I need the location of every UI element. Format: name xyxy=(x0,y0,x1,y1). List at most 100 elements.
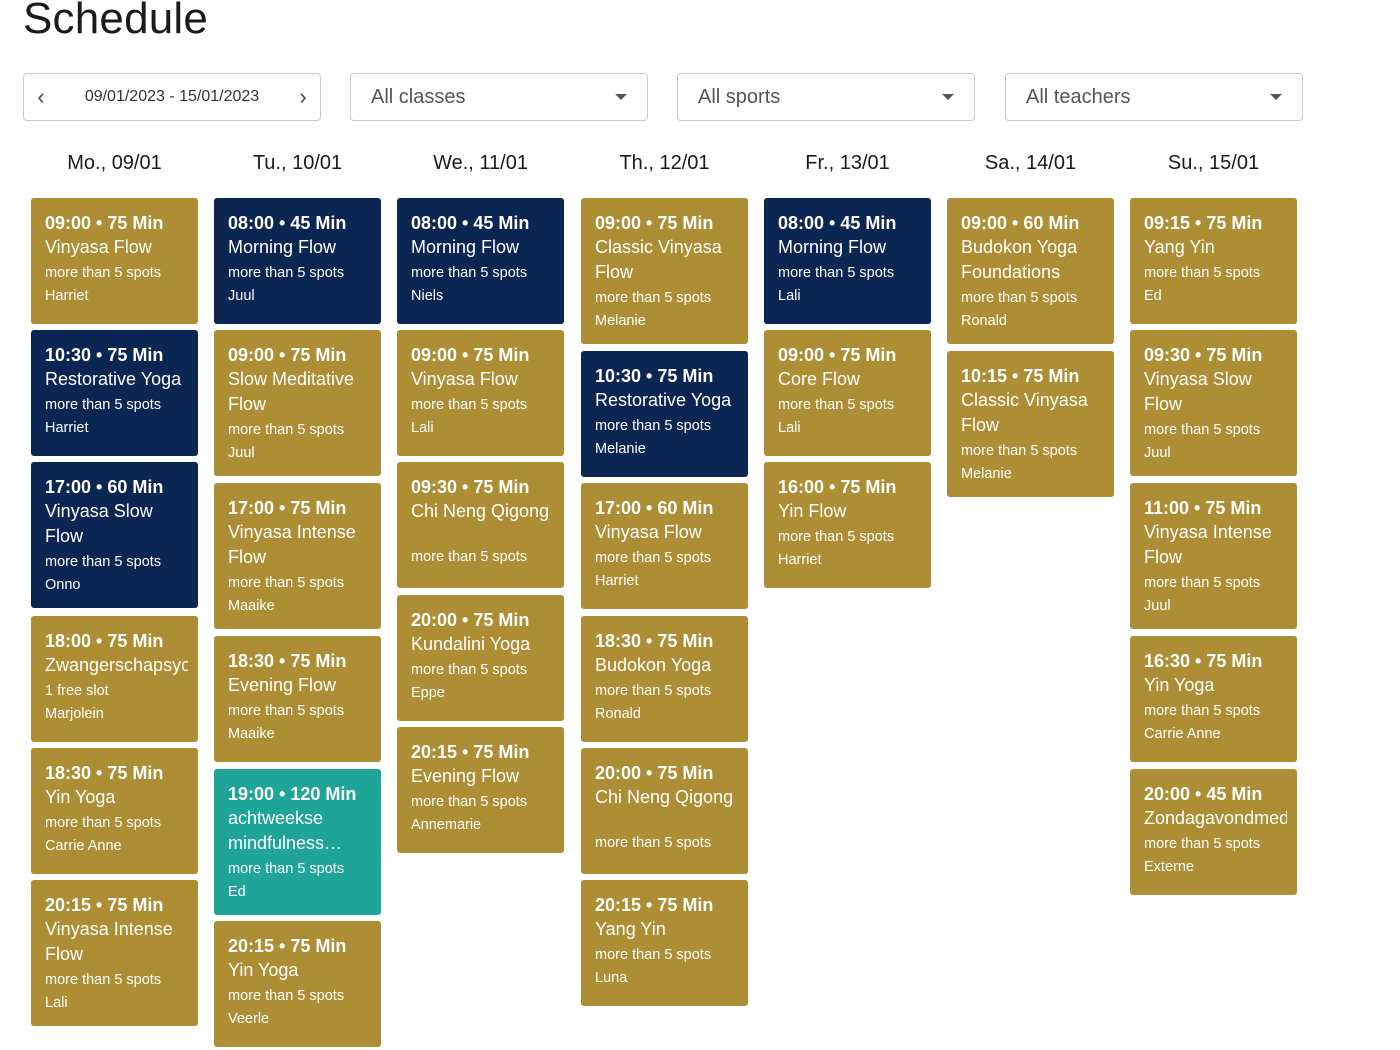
class-time: 09:00 • 60 Min xyxy=(961,213,1080,233)
classes-select[interactable]: All classes xyxy=(350,73,648,121)
class-name: Yang Yin xyxy=(595,919,666,939)
class-spots: more than 5 spots xyxy=(228,422,345,438)
class-spots: more than 5 spots xyxy=(595,683,712,699)
class-name: Budokon Yoga Foundations xyxy=(961,237,1078,282)
sports-select-value: All sports xyxy=(698,85,781,108)
class-card[interactable]: 09:00 • 75 Min Vinyasa Flow more than 5 sp… xyxy=(397,330,564,456)
sports-select[interactable]: All sports xyxy=(677,73,975,121)
class-time: 20:00 • 75 Min xyxy=(411,610,530,630)
class-time: 18:30 • 75 Min xyxy=(228,651,347,671)
class-name: Classic Vinyasa Flow xyxy=(961,390,1088,435)
class-spots: more than 5 spots xyxy=(411,549,528,565)
class-time: 08:00 • 45 Min xyxy=(778,213,897,233)
class-teacher: Melanie xyxy=(595,441,646,457)
class-card[interactable]: 09:00 • 75 Min Classic Vinyasa Flow more t… xyxy=(581,198,748,344)
class-card[interactable]: 09:00 • 75 Min Core Flow more than 5 spots… xyxy=(764,330,931,456)
class-spots: 1 free slot xyxy=(45,683,109,699)
class-card[interactable]: 20:00 • 75 Min Chi Neng Qigong more than 5… xyxy=(581,748,748,874)
chevron-right-icon[interactable]: › xyxy=(292,84,314,109)
class-time: 10:30 • 75 Min xyxy=(595,366,714,386)
class-card[interactable]: 20:15 • 75 Min Yin Yoga more than 5 spots V… xyxy=(214,921,381,1047)
class-card[interactable]: 08:00 • 45 Min Morning Flow more than 5 sp… xyxy=(764,198,931,324)
class-card[interactable]: 09:00 • 75 Min Vinyasa Flow more than 5 sp… xyxy=(31,198,198,324)
class-spots: more than 5 spots xyxy=(595,418,712,434)
class-teacher: Melanie xyxy=(961,466,1012,482)
class-card[interactable]: 18:00 • 75 Min Zwangerschapsyoga 1 free sl… xyxy=(31,616,198,742)
date-range-picker[interactable]: ‹ 09/01/2023 - 15/01/2023 › xyxy=(23,73,321,121)
teachers-select[interactable]: All teachers xyxy=(1005,73,1303,121)
class-time: 11:00 • 75 Min xyxy=(1144,498,1262,518)
class-teacher: Ronald xyxy=(961,313,1007,329)
class-card[interactable]: 09:30 • 75 Min Chi Neng Qigong more than 5… xyxy=(397,462,564,588)
class-teacher: Lali xyxy=(411,420,434,436)
class-name: Core Flow xyxy=(778,369,861,389)
chevron-down-icon xyxy=(615,94,627,100)
class-card[interactable]: 18:30 • 75 Min Yin Yoga more than 5 spots C… xyxy=(31,748,198,874)
class-card[interactable]: 17:00 • 75 Min Vinyasa Intense Flow more t… xyxy=(214,483,381,629)
class-name: Budokon Yoga xyxy=(595,655,712,675)
class-time: 09:30 • 75 Min xyxy=(1144,345,1263,365)
class-teacher: Juul xyxy=(1144,445,1171,461)
class-name: Evening Flow xyxy=(411,766,520,786)
chevron-left-icon[interactable]: ‹ xyxy=(30,84,52,109)
class-teacher: Ed xyxy=(228,884,246,900)
class-name: Vinyasa Intense Flow xyxy=(228,522,356,567)
class-name: Vinyasa Flow xyxy=(595,522,702,542)
class-card[interactable]: 08:00 • 45 Min Morning Flow more than 5 sp… xyxy=(214,198,381,324)
class-time: 09:00 • 75 Min xyxy=(411,345,530,365)
day-header: Fr., 13/01 xyxy=(805,152,890,174)
class-time: 08:00 • 45 Min xyxy=(411,213,530,233)
chevron-down-icon xyxy=(942,94,954,100)
class-name: Chi Neng Qigong xyxy=(595,787,734,807)
class-teacher: Marjolein xyxy=(45,706,104,722)
class-teacher: Maaike xyxy=(228,726,275,742)
class-card[interactable]: 20:15 • 75 Min Vinyasa Intense Flow more t… xyxy=(31,880,198,1026)
class-time: 18:30 • 75 Min xyxy=(45,763,164,783)
class-name: Kundalini Yoga xyxy=(411,634,531,654)
class-teacher: Veerle xyxy=(228,1011,270,1027)
class-card[interactable]: 09:00 • 75 Min Slow Meditative Flow more t… xyxy=(214,330,381,476)
class-card[interactable]: 20:15 • 75 Min Yang Yin more than 5 spots L… xyxy=(581,880,748,1006)
class-teacher: Harriet xyxy=(595,573,639,589)
class-spots: more than 5 spots xyxy=(961,443,1078,459)
class-card[interactable]: 20:00 • 45 Min Zondagavondmeditatie more t… xyxy=(1130,769,1297,895)
class-name: Vinyasa Flow xyxy=(411,369,518,389)
class-name: Yin Flow xyxy=(778,501,847,521)
class-spots: more than 5 spots xyxy=(595,947,712,963)
classes-select-value: All classes xyxy=(371,85,466,108)
class-time: 20:15 • 75 Min xyxy=(228,936,347,956)
class-teacher: Ed xyxy=(1144,288,1162,304)
class-card[interactable]: 11:00 • 75 Min Vinyasa Intense Flow more t… xyxy=(1130,483,1297,629)
class-card[interactable]: 08:00 • 45 Min Morning Flow more than 5 sp… xyxy=(397,198,564,324)
class-time: 09:00 • 75 Min xyxy=(595,213,714,233)
class-card[interactable]: 09:30 • 75 Min Vinyasa Slow Flow more than… xyxy=(1130,330,1297,476)
class-card[interactable]: 19:00 • 120 Min achtweekse mindfulness… mo… xyxy=(214,769,381,915)
class-card[interactable]: 18:30 • 75 Min Evening Flow more than 5 sp… xyxy=(214,636,381,762)
class-teacher: Juul xyxy=(1144,598,1171,614)
class-card[interactable]: 09:15 • 75 Min Yang Yin more than 5 spots E… xyxy=(1130,198,1297,324)
class-name: Zwangerschapsyoga xyxy=(45,655,188,675)
class-spots: more than 5 spots xyxy=(411,662,528,678)
class-card[interactable]: 09:00 • 60 Min Budokon Yoga Foundations mo… xyxy=(947,198,1114,344)
class-teacher: Carrie Anne xyxy=(1144,726,1221,742)
class-card[interactable]: 16:00 • 75 Min Yin Flow more than 5 spots H… xyxy=(764,462,931,588)
class-name: Slow Meditative Flow xyxy=(228,369,355,414)
class-name: achtweekse mindfulness… xyxy=(228,808,343,853)
class-card[interactable]: 10:15 • 75 Min Classic Vinyasa Flow more t… xyxy=(947,351,1114,497)
class-card[interactable]: 10:30 • 75 Min Restorative Yoga more than … xyxy=(581,351,748,477)
class-card[interactable]: 10:30 • 75 Min Restorative Yoga more than … xyxy=(31,330,198,456)
class-card[interactable]: 20:00 • 75 Min Kundalini Yoga more than 5 … xyxy=(397,595,564,721)
class-name: Yin Yoga xyxy=(1144,675,1215,695)
class-teacher: Carrie Anne xyxy=(45,838,122,854)
class-spots: more than 5 spots xyxy=(45,397,162,413)
class-time: 18:30 • 75 Min xyxy=(595,631,714,651)
class-time: 09:00 • 75 Min xyxy=(228,345,347,365)
class-card[interactable]: 18:30 • 75 Min Budokon Yoga more than 5 sp… xyxy=(581,616,748,742)
class-spots: more than 5 spots xyxy=(45,815,162,831)
class-card[interactable]: 17:00 • 60 Min Vinyasa Slow Flow more than… xyxy=(31,462,198,608)
class-card[interactable]: 17:00 • 60 Min Vinyasa Flow more than 5 sp… xyxy=(581,483,748,609)
class-card[interactable]: 16:30 • 75 Min Yin Yoga more than 5 spots C… xyxy=(1130,636,1297,762)
class-spots: more than 5 spots xyxy=(45,265,162,281)
class-card[interactable]: 20:15 • 75 Min Evening Flow more than 5 sp… xyxy=(397,727,564,853)
class-spots: more than 5 spots xyxy=(228,703,345,719)
